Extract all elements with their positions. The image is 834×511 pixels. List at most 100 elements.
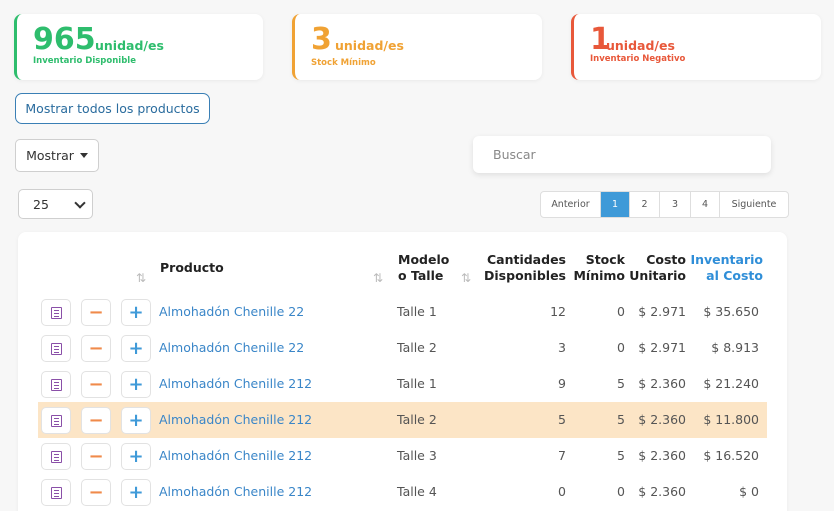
model-cell: Talle 2 [397, 340, 437, 355]
unit-cost-cell: $ 2.971 [638, 304, 686, 319]
pagination: Anterior 1 2 3 4 Siguiente [540, 191, 789, 218]
product-link[interactable]: Almohadón Chenille 212 [159, 484, 312, 500]
decrease-button[interactable]: − [81, 443, 111, 470]
pagination-prev[interactable]: Anterior [541, 192, 601, 217]
detail-button[interactable] [41, 335, 71, 362]
inventory-label: Inventario Disponible [33, 56, 136, 66]
header-inventory-line2[interactable]: al Costo [706, 268, 763, 284]
inventory-cost-cell: $ 8.913 [711, 340, 759, 355]
header-qty-line2[interactable]: Disponibles [484, 268, 566, 284]
mostrar-dropdown-button[interactable]: Mostrar [15, 139, 99, 172]
pagination-next[interactable]: Siguiente [720, 192, 788, 217]
mostrar-label: Mostrar [26, 148, 74, 163]
stock-min-value: 3 [311, 22, 332, 57]
header-inventory-line1[interactable]: Inventario [690, 252, 763, 268]
stock-min-cell: 0 [617, 304, 625, 319]
pagination-page-3[interactable]: 3 [660, 192, 691, 217]
header-product[interactable]: Producto [160, 260, 224, 276]
qty-cell: 7 [558, 448, 566, 463]
per-page-value: 25 [33, 196, 49, 212]
header-model-line1[interactable]: Modelo [398, 252, 449, 268]
increase-button[interactable]: + [121, 335, 151, 362]
stock-min-unit: unidad/es [335, 38, 404, 53]
sort-icon[interactable]: ⇅ [136, 271, 146, 285]
negative-label: Inventario Negativo [590, 54, 686, 64]
model-cell: Talle 2 [397, 412, 437, 427]
inventory-cost-cell: $ 11.800 [703, 412, 759, 427]
show-all-products-button[interactable]: Mostrar todos los productos [15, 93, 210, 124]
pagination-page-4[interactable]: 4 [691, 192, 720, 217]
qty-cell: 0 [558, 484, 566, 499]
header-stock-line1[interactable]: Stock [586, 252, 625, 268]
sort-icon[interactable]: ⇅ [373, 271, 383, 285]
detail-button[interactable] [41, 371, 71, 398]
qty-cell: 5 [558, 412, 566, 427]
header-stock-line2[interactable]: Mínimo [573, 268, 625, 284]
stock-min-cell: 5 [617, 376, 625, 391]
model-cell: Talle 1 [397, 376, 437, 391]
increase-button[interactable]: + [121, 407, 151, 434]
sort-icon[interactable]: ⇅ [461, 271, 471, 285]
increase-button[interactable]: + [121, 299, 151, 326]
increase-button[interactable]: + [121, 371, 151, 398]
detail-button[interactable] [41, 479, 71, 506]
model-cell: Talle 1 [397, 304, 437, 319]
header-cost-line1[interactable]: Costo [646, 252, 686, 268]
header-model-line2[interactable]: o Talle [398, 268, 443, 284]
model-cell: Talle 3 [397, 448, 437, 463]
inventory-cost-cell: $ 21.240 [703, 376, 759, 391]
negative-inventory-card: 1 unidad/es Inventario Negativo [571, 14, 821, 80]
table-row: − + Almohadón Chenille 212 Talle 1 9 5 $… [38, 366, 767, 402]
table-row-highlighted: − + Almohadón Chenille 212 Talle 2 5 5 $… [38, 402, 767, 438]
decrease-button[interactable]: − [81, 335, 111, 362]
caret-down-icon [79, 153, 88, 158]
negative-unit: unidad/es [606, 38, 675, 53]
stock-min-cell: 5 [617, 448, 625, 463]
product-link[interactable]: Almohadón Chenille 212 [159, 448, 312, 464]
pagination-page-2[interactable]: 2 [630, 192, 660, 217]
document-icon [50, 378, 62, 391]
plus-icon: + [128, 374, 144, 395]
search-input[interactable] [473, 136, 771, 173]
minus-icon: − [88, 410, 104, 431]
table-row: − + Almohadón Chenille 212 Talle 3 7 5 $… [38, 438, 767, 474]
plus-icon: + [128, 482, 144, 503]
unit-cost-cell: $ 2.971 [638, 340, 686, 355]
stock-min-cell: 5 [617, 412, 625, 427]
pagination-page-1[interactable]: 1 [601, 192, 630, 217]
inventory-value: 965 [33, 22, 96, 57]
product-link[interactable]: Almohadón Chenille 212 [159, 412, 312, 428]
header-cost-line2[interactable]: Unitario [629, 268, 686, 284]
stock-min-cell: 0 [617, 340, 625, 355]
decrease-button[interactable]: − [81, 299, 111, 326]
inventory-cost-cell: $ 35.650 [703, 304, 759, 319]
unit-cost-cell: $ 2.360 [638, 484, 686, 499]
document-icon [50, 306, 62, 319]
inventory-card: 965 unidad/es Inventario Disponible [14, 14, 263, 80]
detail-button[interactable] [41, 299, 71, 326]
decrease-button[interactable]: − [81, 407, 111, 434]
unit-cost-cell: $ 2.360 [638, 376, 686, 391]
decrease-button[interactable]: − [81, 371, 111, 398]
plus-icon: + [128, 410, 144, 431]
model-cell: Talle 4 [397, 484, 437, 499]
decrease-button[interactable]: − [81, 479, 111, 506]
product-link[interactable]: Almohadón Chenille 22 [159, 304, 304, 320]
minus-icon: − [88, 302, 104, 323]
stock-min-card: 3 unidad/es Stock Mínimo [292, 14, 542, 80]
per-page-select[interactable]: 25 [18, 189, 93, 219]
minus-icon: − [88, 338, 104, 359]
header-qty-line1[interactable]: Cantidades [487, 252, 566, 268]
unit-cost-cell: $ 2.360 [638, 448, 686, 463]
product-link[interactable]: Almohadón Chenille 22 [159, 340, 304, 356]
detail-button[interactable] [41, 407, 71, 434]
qty-cell: 12 [550, 304, 566, 319]
document-icon [50, 342, 62, 355]
product-link[interactable]: Almohadón Chenille 212 [159, 376, 312, 392]
inventory-cost-cell: $ 0 [739, 484, 759, 499]
table-row: − + Almohadón Chenille 22 Talle 1 12 0 $… [38, 294, 767, 330]
increase-button[interactable]: + [121, 443, 151, 470]
detail-button[interactable] [41, 443, 71, 470]
increase-button[interactable]: + [121, 479, 151, 506]
document-icon [50, 486, 62, 499]
